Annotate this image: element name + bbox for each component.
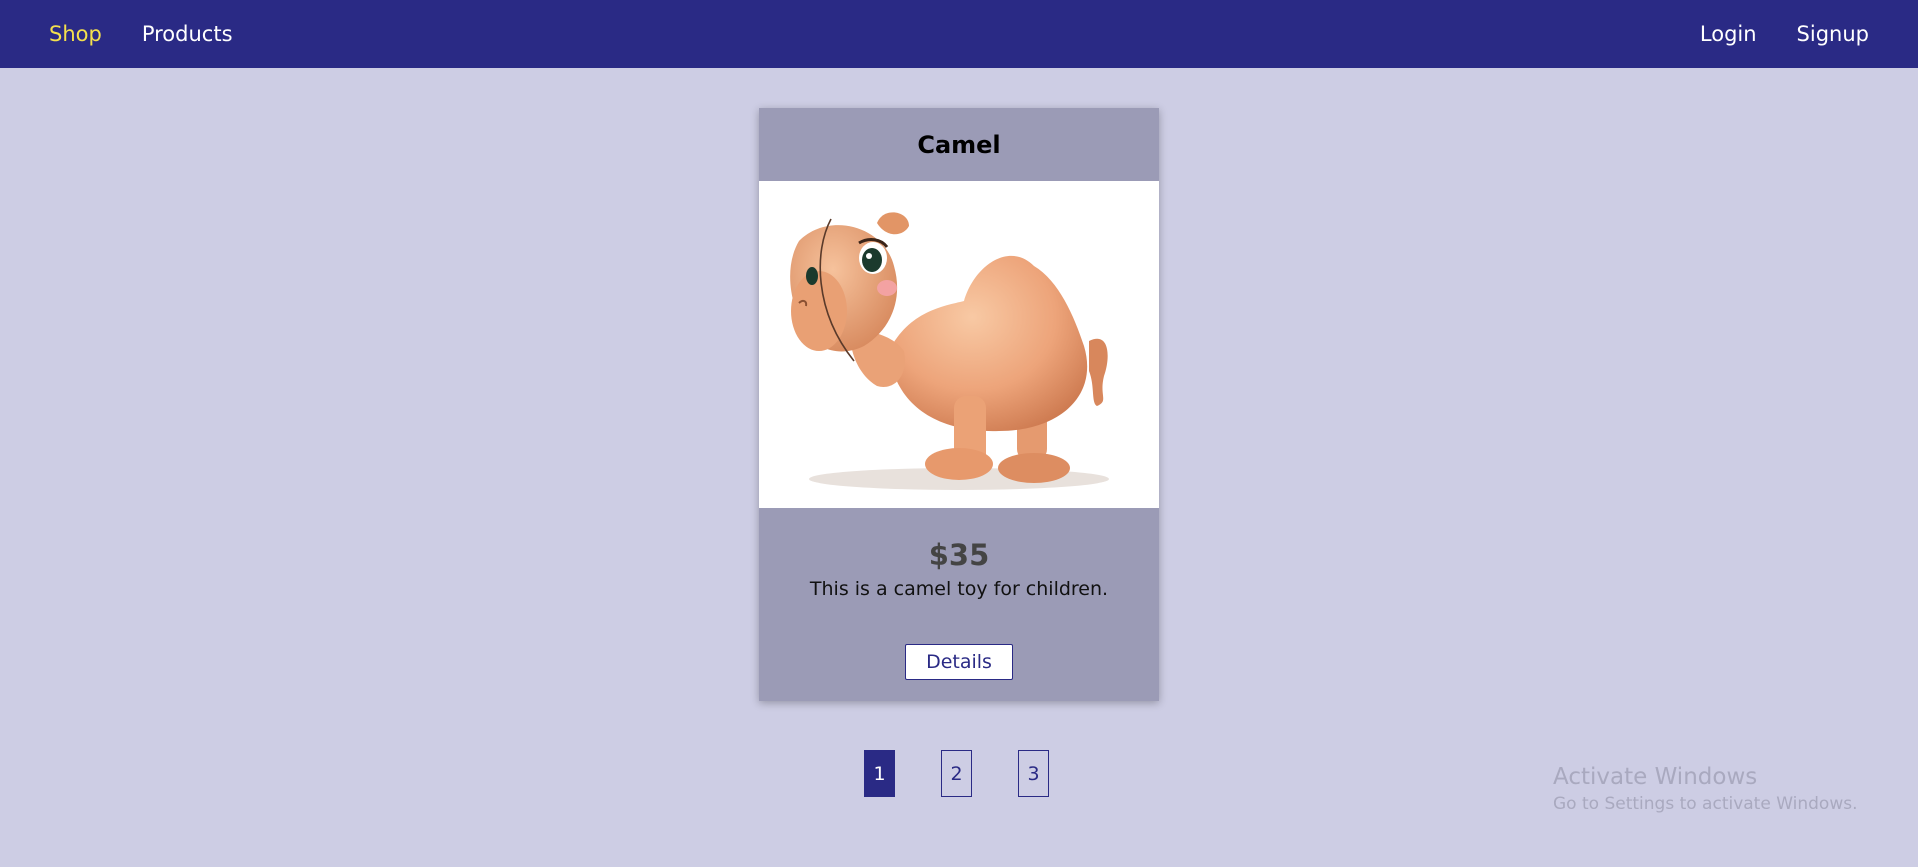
camel-toy-illustration xyxy=(790,212,1109,490)
product-card-body: $35 This is a camel toy for children. De… xyxy=(759,508,1159,680)
product-description: This is a camel toy for children. xyxy=(809,578,1109,600)
windows-activation-watermark: Activate Windows Go to Settings to activ… xyxy=(1553,762,1858,816)
page-button-1[interactable]: 1 xyxy=(864,750,895,797)
watermark-title: Activate Windows xyxy=(1553,764,1758,790)
details-button[interactable]: Details xyxy=(905,644,1013,680)
pagination: 1 2 3 xyxy=(864,750,1095,797)
nav-right-group: Login Signup xyxy=(1660,22,1869,46)
camel-toy-image xyxy=(759,181,1159,508)
nav-link-shop[interactable]: Shop xyxy=(49,22,102,46)
nav-link-login[interactable]: Login xyxy=(1700,22,1757,46)
nav-link-signup[interactable]: Signup xyxy=(1797,22,1869,46)
product-card-header: Camel xyxy=(759,108,1159,181)
product-title: Camel xyxy=(917,130,1001,159)
nav-link-products[interactable]: Products xyxy=(142,22,233,46)
product-card: Camel $35 This is a camel toy for childr… xyxy=(759,108,1159,701)
page-button-2[interactable]: 2 xyxy=(941,750,972,797)
product-price: $35 xyxy=(928,538,990,572)
top-navbar: Shop Products Login Signup xyxy=(0,0,1918,68)
watermark-subtitle: Go to Settings to activate Windows. xyxy=(1553,794,1858,814)
page-button-3[interactable]: 3 xyxy=(1018,750,1049,797)
nav-left-group: Shop Products xyxy=(49,22,273,46)
